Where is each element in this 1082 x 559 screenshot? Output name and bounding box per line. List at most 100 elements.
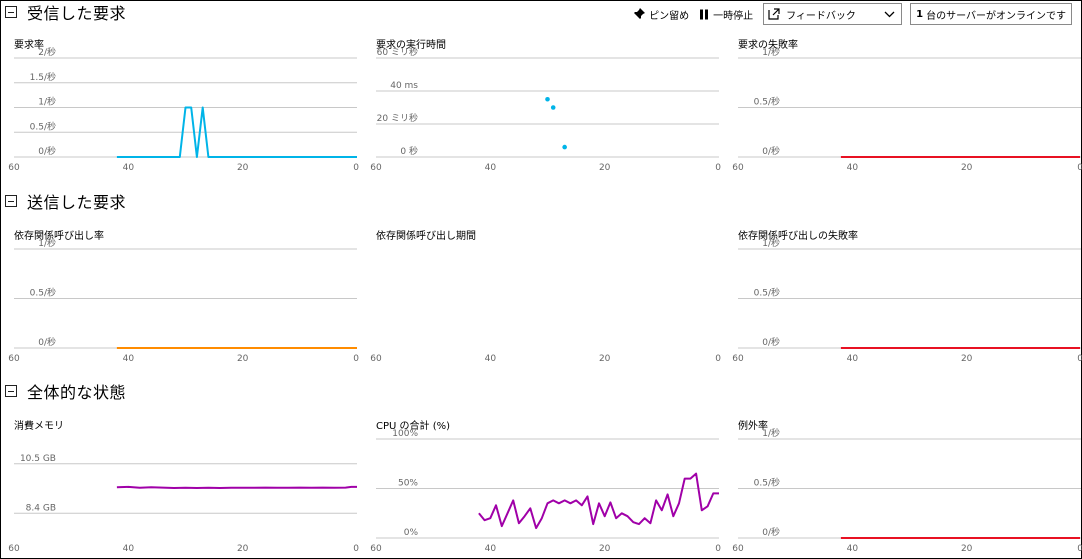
x-tick-label: 20 [961,354,973,364]
x-tick-label: 60 [8,354,20,364]
collapse-icon[interactable] [5,195,17,207]
x-tick-label: 60 [8,163,20,173]
y-tick-label: 1/秒 [762,46,780,58]
external-link-icon [768,8,780,20]
server-status-text: 台のサーバーがオンラインです [926,10,1066,22]
feedback-dropdown[interactable]: フィードバック [763,3,903,25]
section-title: 送信した要求 [27,193,127,212]
y-tick-label: 0/秒 [762,336,780,348]
x-tick-label: 20 [599,544,611,554]
data-point [562,144,567,150]
server-count: 1 [916,8,924,20]
y-tick-label: 1/秒 [762,237,780,249]
toolbar: ピン留め 一時停止 フィードバック 1 台のサーバーがオンラインです [633,3,1072,25]
x-tick-label: 40 [847,544,859,554]
x-tick-label: 60 [732,354,744,364]
section-overall-health: 全体的な状態 [5,379,126,403]
chart-svg: 60 ミリ秒 40 ms 20 ミリ秒 0 秒 60 40 20 0 [370,46,721,173]
chevron-down-icon [884,11,895,17]
x-tick-label: 40 [485,354,497,364]
chart-exception-rate: 例外率 1/秒 0.5/秒 0/秒 60 40 20 0 [732,417,1082,557]
server-status-badge: 1 台のサーバーがオンラインです [910,3,1072,25]
x-tick-label: 60 [370,544,382,554]
y-tick-label: 0.5/秒 [754,96,780,108]
pin-button[interactable]: ピン留め [633,7,689,22]
chart-svg: 1/秒 0.5/秒 0/秒 60 40 20 0 [732,427,1082,554]
x-tick-label: 40 [847,354,859,364]
section-outgoing-requests: 送信した要求 [5,189,126,213]
x-tick-label: 40 [123,163,135,173]
x-tick-label: 40 [123,544,135,554]
pause-label: 一時停止 [713,10,754,22]
pin-icon [633,8,646,20]
y-tick-label: 0/秒 [38,145,56,157]
data-point [550,105,556,110]
chart-request-duration: 要求の実行時間 60 ミリ秒 40 ms 20 ミリ秒 0 秒 60 40 20 0 [370,36,721,176]
x-tick-label: 0 [715,354,721,364]
pin-label: ピン留め [649,10,690,22]
chart-svg: 100% 50% 0% 60 40 20 0 [370,429,721,554]
x-tick-label: 20 [961,544,973,554]
y-tick-label: 0% [404,528,419,538]
y-tick-label: 1.5/秒 [30,71,56,83]
y-tick-label: 1/秒 [38,96,56,108]
y-tick-label: 20 ミリ秒 [377,112,418,124]
chart-svg: 10.5 GB 8.4 GB 60 40 20 0 [8,454,359,554]
x-tick-label: 0 [353,354,359,364]
y-tick-label: 100% [392,429,418,439]
x-tick-label: 0 [1077,544,1082,554]
chart-request-failure: 要求の失敗率 1/秒 0.5/秒 0/秒 60 40 20 0 [732,36,1082,176]
x-tick-label: 20 [237,544,249,554]
chart-svg: 1/秒 0.5/秒 0/秒 60 40 20 0 [732,46,1082,173]
chart-dependency-failure: 依存関係呼び出しの失敗率 1/秒 0.5/秒 0/秒 60 40 20 0 [732,227,1082,367]
section-incoming-requests: 受信した要求 [5,0,126,24]
section-title: 全体的な状態 [27,383,127,402]
y-tick-label: 0/秒 [38,336,56,348]
y-tick-label: 1/秒 [762,427,780,439]
x-tick-label: 60 [370,163,382,173]
pause-button[interactable]: 一時停止 [699,7,753,22]
y-tick-label: 0.5/秒 [30,287,56,299]
x-tick-label: 0 [353,163,359,173]
y-tick-label: 2/秒 [38,46,56,58]
chart-dependency-duration: 依存関係呼び出し期間 60 40 20 0 [370,227,721,367]
x-tick-label: 40 [485,544,497,554]
chart-svg: 1/秒 0.5/秒 0/秒 60 40 20 0 [732,237,1082,364]
chart-svg: 2/秒 1.5/秒 1/秒 0.5/秒 0/秒 60 40 20 0 [8,46,359,173]
x-tick-label: 60 [8,544,20,554]
feedback-label: フィードバック [786,10,856,22]
x-tick-label: 20 [237,354,249,364]
x-tick-label: 0 [1077,163,1082,173]
y-tick-label: 0.5/秒 [30,120,56,132]
x-tick-label: 60 [370,354,382,364]
y-tick-label: 8.4 GB [26,503,56,513]
y-tick-label: 0/秒 [762,526,780,538]
x-tick-label: 0 [715,163,721,173]
x-tick-label: 0 [1077,354,1082,364]
data-point [545,96,550,102]
x-tick-label: 20 [961,163,973,173]
y-tick-label: 1/秒 [38,237,56,249]
chart-request-rate: 要求率 2/秒 1.5/秒 1/秒 0.5/秒 0/秒 60 40 20 0 [8,36,359,176]
y-tick-label: 0 秒 [400,145,418,157]
chart-svg: 1/秒 0.5/秒 0/秒 60 40 20 0 [8,237,359,364]
chart-svg: 60 40 20 0 [370,354,721,364]
x-tick-label: 60 [732,163,744,173]
y-tick-label: 0.5/秒 [754,287,780,299]
y-tick-label: 0/秒 [762,145,780,157]
x-tick-label: 40 [485,163,497,173]
x-tick-label: 20 [599,163,611,173]
y-tick-label: 10.5 GB [20,454,56,464]
x-tick-label: 0 [353,544,359,554]
chart-dependency-rate: 依存関係呼び出し率 1/秒 0.5/秒 0/秒 60 40 20 0 [8,227,359,367]
x-tick-label: 40 [123,354,135,364]
chart-committed-memory: 消費メモリ 10.5 GB 8.4 GB 60 40 20 0 [8,417,359,557]
x-tick-label: 60 [732,544,744,554]
y-tick-label: 50% [398,479,418,489]
y-tick-label: 0.5/秒 [754,477,780,489]
collapse-icon[interactable] [5,6,17,18]
series-line [116,485,357,489]
series-line [478,472,719,530]
collapse-icon[interactable] [5,385,17,397]
x-tick-label: 0 [715,544,721,554]
